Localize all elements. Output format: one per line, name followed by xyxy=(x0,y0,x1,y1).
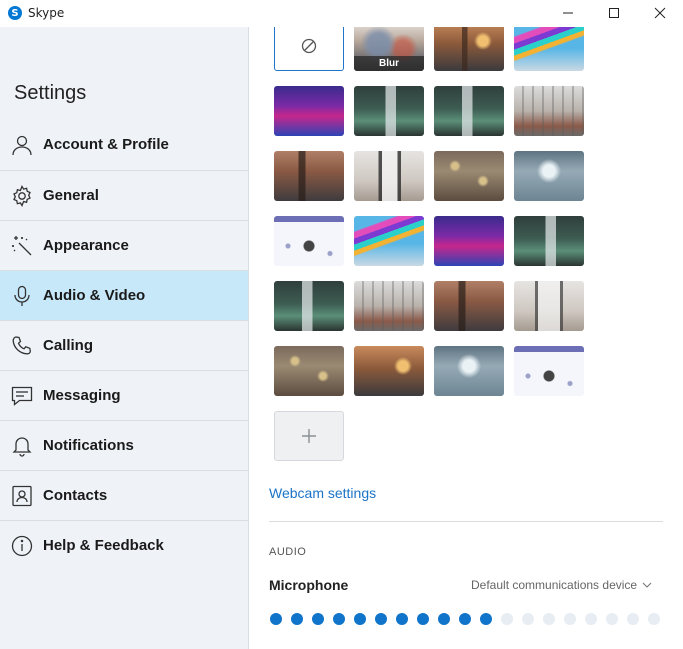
mic-level-dot xyxy=(333,613,345,625)
skype-logo-letter: S xyxy=(11,7,19,19)
mic-level-dot xyxy=(354,613,366,625)
sidebar-item-help-feedback[interactable]: Help & Feedback xyxy=(0,520,248,570)
microphone-device-dropdown[interactable]: Default communications device xyxy=(471,578,652,592)
mic-level-dot xyxy=(459,613,471,625)
sidebar-item-appearance[interactable]: Appearance xyxy=(0,220,248,270)
minimize-button[interactable] xyxy=(545,0,591,26)
background-option[interactable] xyxy=(354,346,424,396)
sidebar-item-label: Notifications xyxy=(43,437,134,454)
sidebar-item-general[interactable]: General xyxy=(0,170,248,220)
close-icon xyxy=(654,7,666,19)
mic-level-dot xyxy=(396,613,408,625)
close-button[interactable] xyxy=(637,0,683,26)
settings-nav: Account & Profile General Appearance Aud… xyxy=(0,120,248,570)
background-option[interactable] xyxy=(354,281,424,331)
sidebar-item-label: Audio & Video xyxy=(43,287,146,304)
mic-level-dot xyxy=(522,613,534,625)
background-option[interactable] xyxy=(354,216,424,266)
person-icon xyxy=(10,133,34,157)
sidebar-item-label: Calling xyxy=(43,337,94,354)
microphone-icon xyxy=(10,284,34,308)
maximize-icon xyxy=(609,8,619,18)
chat-icon xyxy=(10,384,34,408)
background-option[interactable] xyxy=(274,86,344,136)
microphone-label: Microphone xyxy=(269,577,349,593)
sidebar-item-notifications[interactable]: Notifications xyxy=(0,420,248,470)
skype-window: S Skype Settings Account & Profile Gener… xyxy=(0,0,683,649)
info-icon xyxy=(10,534,34,558)
mic-level-dot xyxy=(501,613,513,625)
mic-level-dot xyxy=(312,613,324,625)
microphone-device-value: Default communications device xyxy=(471,578,638,592)
chevron-down-icon xyxy=(642,582,652,588)
no-effect-icon xyxy=(301,38,317,54)
background-option[interactable] xyxy=(514,151,584,201)
sidebar-item-messaging[interactable]: Messaging xyxy=(0,370,248,420)
bell-icon xyxy=(10,434,34,458)
background-option[interactable] xyxy=(354,151,424,201)
settings-sidebar: Settings Account & Profile General Appea… xyxy=(0,27,249,649)
maximize-button[interactable] xyxy=(591,0,637,26)
background-option[interactable] xyxy=(434,346,504,396)
sidebar-item-contacts[interactable]: Contacts xyxy=(0,470,248,520)
sidebar-item-label: Help & Feedback xyxy=(43,537,164,554)
add-background-button[interactable] xyxy=(274,411,344,461)
mic-level-dot xyxy=(438,613,450,625)
background-option[interactable] xyxy=(434,151,504,201)
background-option[interactable] xyxy=(434,281,504,331)
webcam-settings-link[interactable]: Webcam settings xyxy=(269,485,376,501)
skype-logo-icon: S xyxy=(8,6,22,20)
mic-level-dot xyxy=(480,613,492,625)
background-option[interactable] xyxy=(274,151,344,201)
mic-level-dot xyxy=(291,613,303,625)
mic-level-dot xyxy=(627,613,639,625)
sidebar-item-label: Contacts xyxy=(43,487,108,504)
mic-level-dot xyxy=(564,613,576,625)
plus-icon xyxy=(302,429,316,443)
sidebar-item-calling[interactable]: Calling xyxy=(0,320,248,370)
background-option[interactable] xyxy=(514,346,584,396)
background-option[interactable] xyxy=(514,216,584,266)
mic-level-dot xyxy=(585,613,597,625)
minimize-icon xyxy=(563,12,573,14)
sidebar-item-label: Appearance xyxy=(43,237,129,254)
background-option[interactable] xyxy=(434,27,504,71)
background-option[interactable] xyxy=(434,216,504,266)
background-option[interactable] xyxy=(354,86,424,136)
mic-level-dot xyxy=(375,613,387,625)
sidebar-item-account-profile[interactable]: Account & Profile xyxy=(0,120,248,170)
audio-video-panel: Blur Webcam settings AUDIO Microphone De… xyxy=(249,27,683,649)
sidebar-item-label: General xyxy=(43,187,99,204)
background-none-option[interactable] xyxy=(274,27,344,71)
background-option[interactable] xyxy=(274,346,344,396)
section-divider xyxy=(269,521,663,522)
contact-card-icon xyxy=(10,484,34,508)
window-title: Skype xyxy=(28,6,65,20)
mic-level-dot xyxy=(543,613,555,625)
sidebar-item-label: Messaging xyxy=(43,387,121,404)
phone-icon xyxy=(10,334,34,358)
mic-level-dot xyxy=(270,613,282,625)
background-blur-option[interactable]: Blur xyxy=(354,27,424,71)
mic-level-dot xyxy=(606,613,618,625)
background-option[interactable] xyxy=(274,281,344,331)
mic-level-dot xyxy=(648,613,660,625)
background-option[interactable] xyxy=(514,86,584,136)
blur-label: Blur xyxy=(354,56,424,71)
sidebar-item-label: Account & Profile xyxy=(43,136,169,153)
title-bar: S Skype xyxy=(0,0,683,27)
gear-icon xyxy=(10,184,34,208)
mic-level-dot xyxy=(417,613,429,625)
audio-section-heading: AUDIO xyxy=(269,546,307,558)
background-option[interactable] xyxy=(514,27,584,71)
sidebar-item-audio-video[interactable]: Audio & Video xyxy=(0,270,248,320)
background-option[interactable] xyxy=(434,86,504,136)
magic-wand-icon xyxy=(10,234,34,258)
background-option[interactable] xyxy=(274,216,344,266)
background-option[interactable] xyxy=(514,281,584,331)
microphone-level-meter xyxy=(270,613,660,625)
settings-title: Settings xyxy=(14,82,87,104)
